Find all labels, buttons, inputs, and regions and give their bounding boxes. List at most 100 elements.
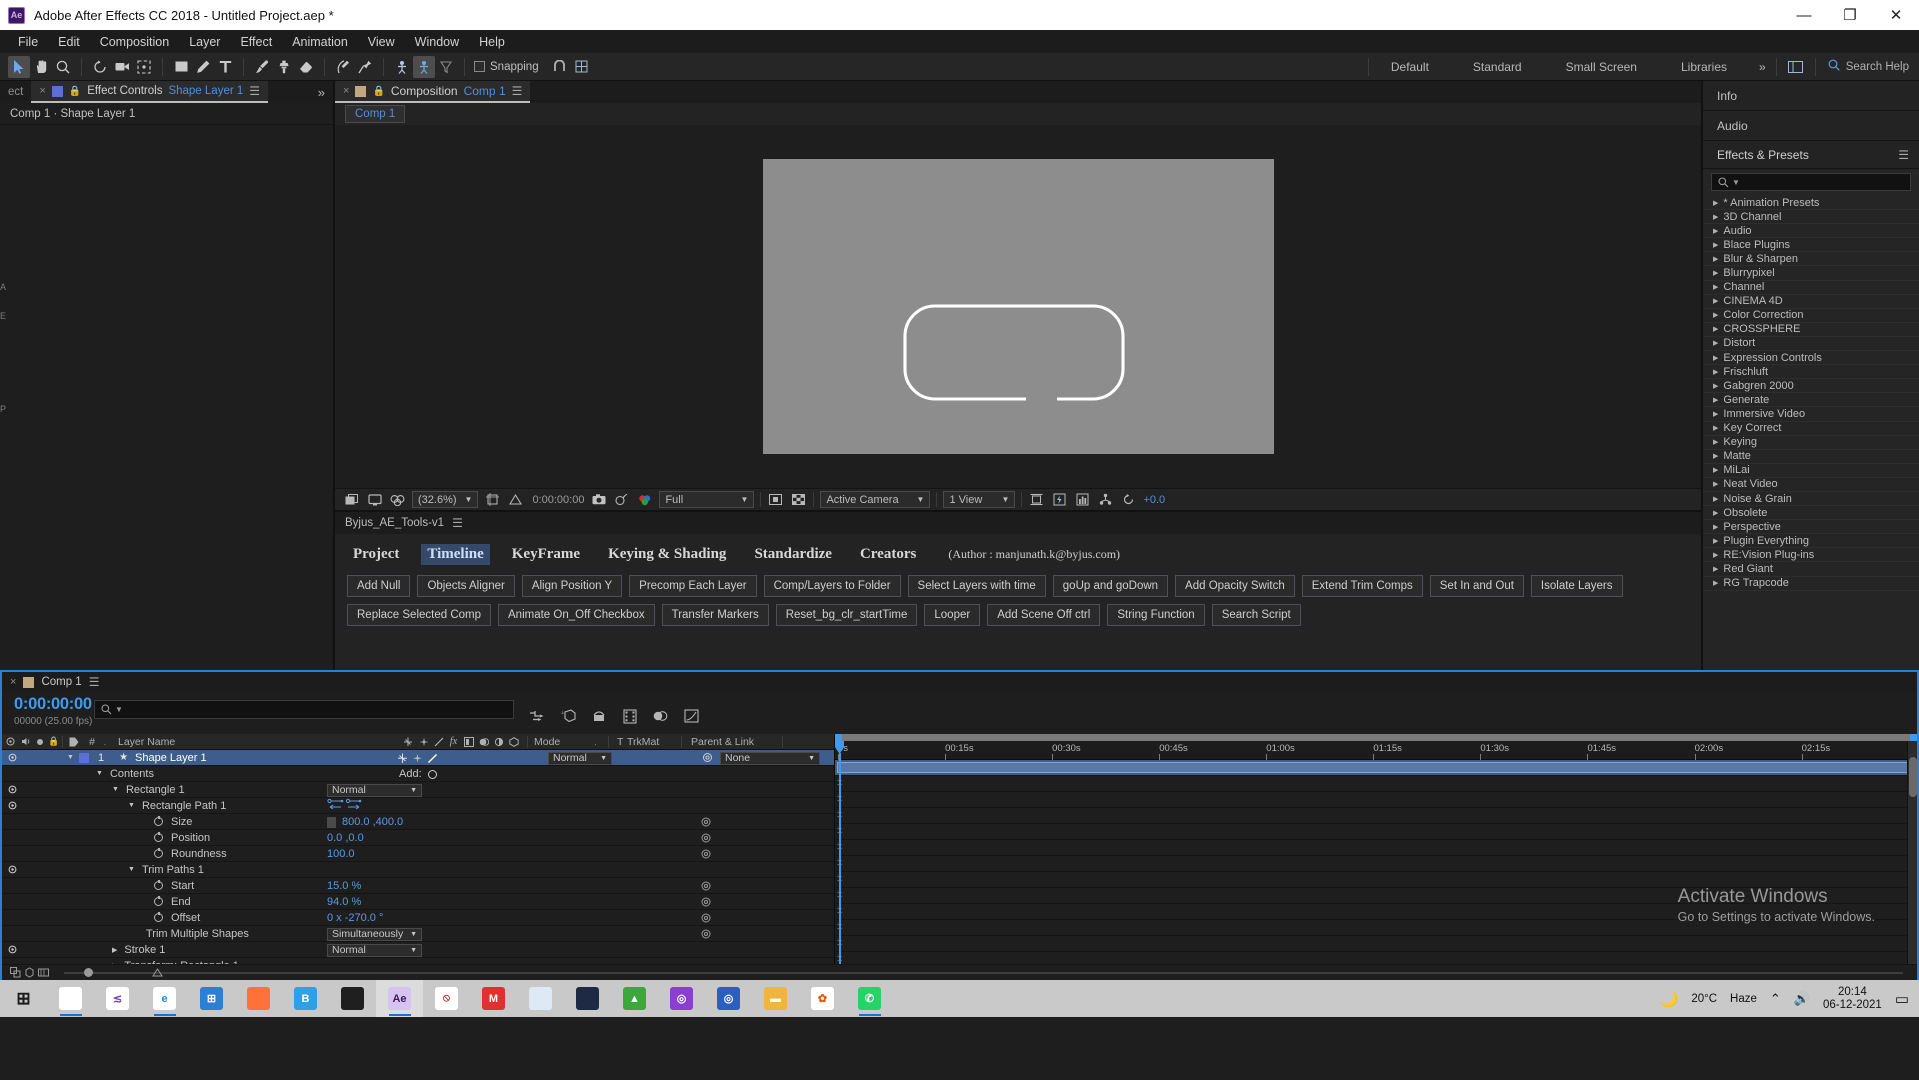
effects-category-item[interactable]: ▶ Neat Video: [1703, 478, 1919, 492]
lock-icon[interactable]: 🔒: [69, 86, 81, 97]
blend-mode-dropdown[interactable]: Normal ▼: [327, 783, 422, 797]
stopwatch-icon[interactable]: [154, 815, 163, 826]
timeline-track-row[interactable]: ‡: [835, 920, 1917, 936]
menu-animation[interactable]: Animation: [282, 32, 358, 52]
chevron-right-icon[interactable]: ▶: [1713, 382, 1718, 390]
roto-brush-tool-icon[interactable]: [332, 56, 354, 78]
keyframe-navigator-icon[interactable]: [699, 848, 712, 861]
maximize-button[interactable]: ❐: [1827, 0, 1873, 30]
chevron-right-icon[interactable]: ▶: [1713, 255, 1718, 263]
close-button[interactable]: ✕: [1873, 0, 1919, 30]
stopwatch-icon[interactable]: [154, 895, 163, 906]
chevron-right-icon[interactable]: ▶: [1713, 283, 1718, 291]
show-snapshot-icon[interactable]: [366, 491, 383, 508]
btn-precomp-each-layer[interactable]: Precomp Each Layer: [629, 575, 757, 597]
nav-standardize[interactable]: Standardize: [748, 544, 838, 565]
timeline-search-input[interactable]: ▼: [94, 700, 514, 719]
panel-menu-icon[interactable]: ☰: [452, 516, 463, 530]
chevron-right-icon[interactable]: ▶: [1713, 325, 1718, 333]
effects-category-item[interactable]: ▶ Distort: [1703, 337, 1919, 352]
taskbar-app-microsoft-store[interactable]: ⊞: [188, 980, 235, 1017]
property-value[interactable]: 0 x -270.0 °: [327, 912, 383, 924]
enable-frame-blending-icon[interactable]: [621, 708, 638, 725]
property-value[interactable]: 800.0 ,400.0: [342, 816, 403, 828]
taskbar-app-photoshop-ish-app[interactable]: [329, 980, 376, 1017]
btn-objects-aligner[interactable]: Objects Aligner: [417, 575, 515, 597]
tab-effect-controls[interactable]: × 🔒 Effect Controls Shape Layer 1 ☰: [31, 81, 269, 103]
chevron-down-icon[interactable]: ▼: [112, 786, 119, 793]
workspace-standard[interactable]: Standard: [1451, 53, 1544, 81]
weather-condition[interactable]: Haze: [1730, 993, 1757, 1005]
audio-panel-header[interactable]: Audio: [1703, 111, 1919, 141]
keyframe-navigator-icon[interactable]: [699, 880, 712, 893]
clone-stamp-tool-icon[interactable]: [273, 56, 295, 78]
timeline-layer-row[interactable]: End 94.0 %: [2, 894, 834, 910]
timeline-layer-row[interactable]: Trim Multiple Shapes Simultaneously ▼: [2, 926, 834, 942]
keyframe-navigator-icon[interactable]: [699, 816, 712, 829]
timeline-track-row[interactable]: [835, 760, 1917, 776]
taskbar-app-orange-flame-app[interactable]: ✿: [799, 980, 846, 1017]
keyframe-navigator-icon[interactable]: [699, 896, 712, 909]
effects-category-item[interactable]: ▶ Key Correct: [1703, 422, 1919, 436]
effects-category-item[interactable]: ▶ Blur & Sharpen: [1703, 252, 1919, 267]
taskbar-app-start-button[interactable]: ⊞: [0, 980, 47, 1017]
chevron-right-icon[interactable]: ▶: [1713, 424, 1718, 432]
btn-goup-and-godown[interactable]: goUp and goDown: [1052, 575, 1169, 597]
tracks-vertical-scrollbar[interactable]: [1907, 741, 1917, 964]
timeline-track-row[interactable]: ‡: [835, 792, 1917, 808]
comp-nav-item[interactable]: Comp 1: [345, 105, 406, 123]
view-layout-select[interactable]: 1 View ▼: [943, 491, 1016, 508]
timeline-layer-row[interactable]: ▼ Trim Paths 1: [2, 862, 834, 878]
effects-category-list[interactable]: ▶ * Animation Presets ▶ 3D Channel ▶ Audio ▶ Bl…: [1703, 196, 1919, 670]
timeline-layer-row[interactable]: Roundness 100.0: [2, 846, 834, 862]
nav-timeline[interactable]: Timeline: [421, 544, 490, 565]
camera-tool-icon[interactable]: [111, 56, 133, 78]
video-switch-icon[interactable]: [2, 945, 22, 954]
info-panel-header[interactable]: Info: [1703, 81, 1919, 111]
chevron-right-icon[interactable]: ▶: [1713, 480, 1718, 488]
effects-category-item[interactable]: ▶ Matte: [1703, 450, 1919, 464]
timeline-layer-row[interactable]: ▼ Rectangle 1 Normal ▼: [2, 782, 834, 798]
taskbar-app-visual-studio-code[interactable]: ≲: [94, 980, 141, 1017]
effects-category-item[interactable]: ▶ MiLai: [1703, 464, 1919, 478]
selection-tool-icon[interactable]: [8, 55, 30, 78]
taskbar-app-whatsapp[interactable]: ✆: [846, 980, 893, 1017]
rotation-tool-icon[interactable]: [89, 56, 111, 78]
blend-mode-dropdown[interactable]: Normal ▼: [327, 943, 422, 957]
timeline-ruler[interactable]: 0s00:15s00:30s00:45s01:00s01:15s01:30s01…: [835, 734, 1917, 760]
chevron-right-icon[interactable]: ▶: [1713, 537, 1718, 545]
snap-magnet-icon[interactable]: [549, 56, 571, 78]
renderer-icon[interactable]: [1097, 491, 1114, 508]
effects-category-item[interactable]: ▶ Immersive Video: [1703, 407, 1919, 422]
draft-3d-icon[interactable]: [559, 708, 576, 725]
menu-file[interactable]: File: [8, 32, 48, 52]
menu-layer[interactable]: Layer: [179, 32, 230, 52]
workspace-small-screen[interactable]: Small Screen: [1544, 53, 1659, 81]
timeline-layer-row[interactable]: ▼ Contents Add:: [2, 766, 834, 782]
zoom-out-icon[interactable]: [152, 967, 163, 981]
property-value[interactable]: 100.0: [327, 848, 355, 860]
layer-switches[interactable]: [397, 750, 438, 766]
taskbar-app-green-screen-app[interactable]: ▲: [611, 980, 658, 1017]
property-value[interactable]: 94.0 %: [327, 896, 361, 908]
chevron-down-icon[interactable]: ▼: [128, 802, 135, 809]
effects-category-item[interactable]: ▶ 3D Channel: [1703, 210, 1919, 225]
zoom-level-select[interactable]: (32.6%) ▼: [412, 491, 479, 508]
chevron-right-icon[interactable]: ▶: [1713, 354, 1718, 362]
effects-category-item[interactable]: ▶ Perspective: [1703, 520, 1919, 535]
current-time-indicator[interactable]: [835, 741, 844, 964]
keyframe-navigator-icon[interactable]: [699, 912, 712, 925]
volume-icon[interactable]: 🔊: [1794, 991, 1810, 1007]
chevron-right-icon[interactable]: ▶: [1713, 199, 1718, 207]
chevron-right-icon[interactable]: ▶: [1713, 339, 1718, 347]
effects-category-item[interactable]: ▶ Blurrypixel: [1703, 266, 1919, 281]
minimize-button[interactable]: —: [1781, 0, 1827, 30]
fast-previews-icon[interactable]: [1051, 491, 1068, 508]
btn-set-in-and-out[interactable]: Set In and Out: [1429, 575, 1524, 597]
motion-blur-icon[interactable]: [652, 708, 669, 725]
timeline-zoom-knob[interactable]: [84, 968, 93, 977]
path-direction-icons[interactable]: [327, 798, 363, 814]
pixel-aspect-icon[interactable]: [1028, 491, 1045, 508]
timeline-zoom-slider[interactable]: [64, 966, 1903, 980]
chevron-right-icon[interactable]: ▶: [1713, 579, 1718, 587]
